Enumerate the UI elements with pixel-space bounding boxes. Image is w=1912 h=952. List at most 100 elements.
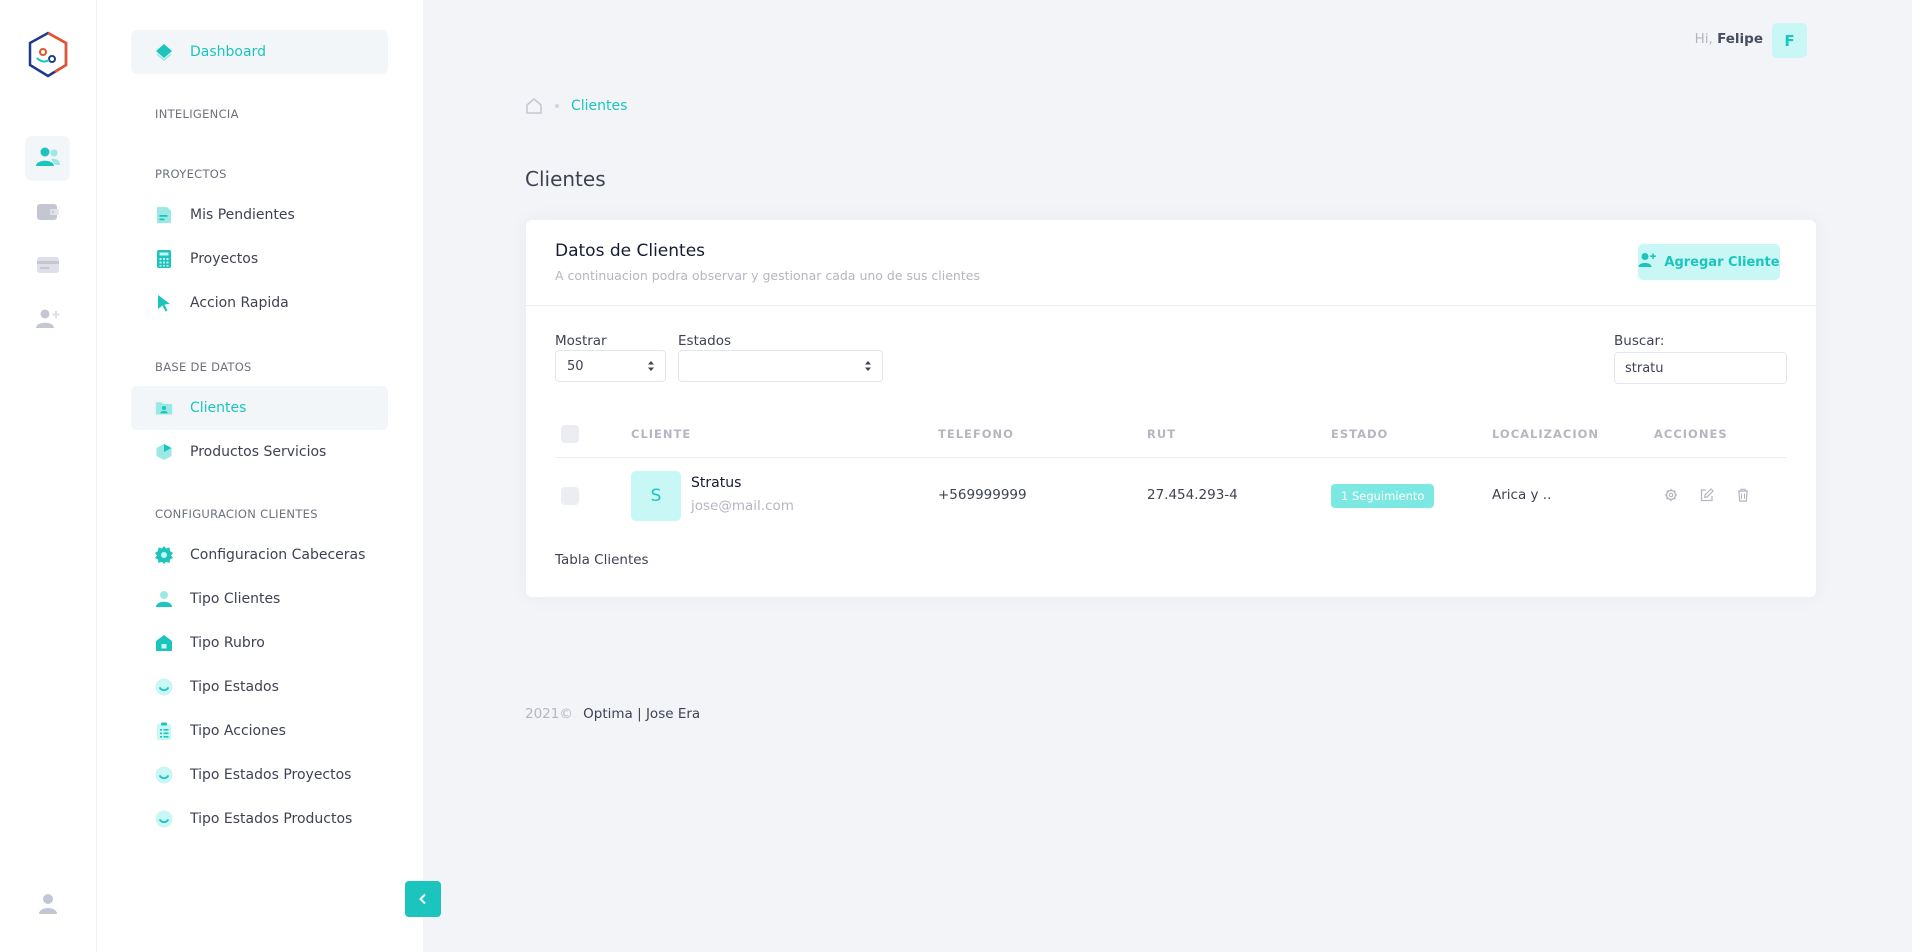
client-rut: 27.454.293-4 [1147, 487, 1238, 503]
menu-item-label: Proyectos [190, 251, 259, 267]
breadcrumb-current[interactable]: Clientes [571, 98, 627, 114]
menu-item-label: Tipo Estados Proyectos [190, 767, 352, 783]
user-avatar[interactable]: F [1772, 23, 1807, 58]
sort-caret-icon [647, 359, 655, 373]
menu-item-label: Accion Rapida [190, 295, 289, 311]
menu-item-label: Dashboard [190, 44, 266, 60]
rail-card-button[interactable] [25, 244, 70, 289]
chevron-left-icon [418, 890, 428, 909]
aside-rail [0, 0, 97, 952]
col-cliente[interactable]: CLIENTE [631, 427, 691, 441]
menu-item-tipo-clientes[interactable]: Tipo Clientes [131, 577, 388, 621]
menu-item-productos-servicios[interactable]: Productos Servicios [131, 430, 388, 474]
footer: 2021© Optima | Jose Era [525, 706, 700, 722]
user-name: Felipe [1717, 31, 1763, 47]
menu-item-tipo-estados-productos[interactable]: Tipo Estados Productos [131, 797, 388, 841]
client-telefono: +569999999 [938, 487, 1027, 503]
smile-icon [155, 678, 173, 696]
brand-logo[interactable] [25, 30, 71, 80]
edit-icon [1700, 487, 1714, 506]
menu-item-proyectos[interactable]: Proyectos [131, 237, 388, 281]
client-avatar: S [631, 471, 681, 521]
estados-select[interactable] [678, 350, 883, 382]
delete-action-button[interactable] [1734, 487, 1752, 505]
calculator-icon [155, 250, 173, 268]
footer-year: 2021© [525, 706, 573, 722]
menu-item-label: Tipo Acciones [190, 723, 286, 739]
card-header: Datos de Clientes A continuacion podra o… [526, 220, 1816, 306]
layers-icon [155, 43, 173, 61]
row-checkbox[interactable] [561, 487, 579, 505]
cursor-icon [155, 294, 173, 312]
breadcrumb: Clientes [525, 97, 627, 115]
menu-item-label: Tipo Clientes [190, 591, 281, 607]
section-base-datos: BASE DE DATOS [155, 360, 252, 374]
page-title: Clientes [525, 167, 606, 191]
card-subtitle: A continuacion podra observar y gestiona… [555, 268, 980, 283]
menu-item-tipo-rubro[interactable]: Tipo Rubro [131, 621, 388, 665]
col-telefono[interactable]: TELEFONO [938, 427, 1014, 441]
mostrar-select[interactable]: 50 [555, 350, 666, 382]
select-all-checkbox[interactable] [561, 425, 579, 443]
trash-icon [1737, 487, 1749, 506]
estados-label: Estados [678, 333, 731, 349]
menu-item-label: Configuracion Cabeceras [190, 547, 366, 563]
menu-item-tipo-acciones[interactable]: Tipo Acciones [131, 709, 388, 753]
menu-item-dashboard[interactable]: Dashboard [131, 30, 388, 74]
secondary-menu: Dashboard INTELIGENCIA PROYECTOS Mis Pen… [97, 0, 423, 952]
client-name[interactable]: Stratus [691, 475, 741, 491]
menu-item-accion-rapida[interactable]: Accion Rapida [131, 281, 388, 325]
menu-item-label: Tipo Rubro [190, 635, 265, 651]
menu-item-tipo-estados[interactable]: Tipo Estados [131, 665, 388, 709]
mostrar-value: 50 [567, 358, 584, 374]
add-client-button[interactable]: Agregar Cliente [1638, 244, 1780, 280]
settings-action-button[interactable] [1662, 487, 1680, 505]
menu-item-clientes[interactable]: Clientes [131, 386, 388, 430]
add-user-icon [35, 308, 61, 334]
breadcrumb-separator [555, 104, 559, 108]
wallet-icon [36, 201, 60, 225]
home-icon[interactable] [525, 97, 543, 115]
sidebar-toggle-button[interactable] [405, 881, 441, 917]
mostrar-label: Mostrar [555, 333, 607, 349]
edit-action-button[interactable] [1698, 487, 1716, 505]
menu-item-label: Clientes [190, 400, 247, 416]
status-badge: 1 Seguimiento [1331, 484, 1435, 508]
gear-icon [1664, 487, 1678, 506]
clientes-card: Datos de Clientes A continuacion podra o… [526, 220, 1816, 597]
client-email: jose@mail.com [691, 498, 794, 514]
add-user-icon [1638, 252, 1657, 272]
col-estado[interactable]: ESTADO [1331, 427, 1388, 441]
gear-icon [155, 546, 173, 564]
menu-item-label: Tipo Estados [190, 679, 279, 695]
greeting-text: Hi, [1694, 31, 1713, 47]
user-greeting[interactable]: Hi, Felipe [1695, 31, 1763, 47]
rail-wallet-button[interactable] [25, 190, 70, 235]
document-icon [155, 206, 173, 224]
menu-item-tipo-estados-proyectos[interactable]: Tipo Estados Proyectos [131, 753, 388, 797]
add-client-label: Agregar Cliente [1664, 254, 1780, 270]
rail-add-user-button[interactable] [25, 298, 70, 343]
credit-card-icon [36, 256, 60, 278]
home-icon [155, 634, 173, 652]
col-localizacion[interactable]: LOCALIZACION [1492, 427, 1599, 441]
rail-clientes-button[interactable] [25, 136, 70, 181]
table-divider [555, 457, 1786, 458]
section-proyectos: PROYECTOS [155, 167, 227, 181]
user-icon [155, 590, 173, 608]
menu-item-config-cabeceras[interactable]: Configuracion Cabeceras [131, 533, 388, 577]
search-input[interactable] [1614, 352, 1787, 384]
menu-item-mis-pendientes[interactable]: Mis Pendientes [131, 193, 388, 237]
clipboard-icon [155, 722, 173, 740]
smile-icon [155, 810, 173, 828]
table-caption: Tabla Clientes [555, 552, 649, 568]
rail-profile-button[interactable] [25, 883, 70, 928]
menu-item-label: Tipo Estados Productos [190, 811, 353, 827]
card-title: Datos de Clientes [555, 241, 706, 261]
folder-user-icon [155, 399, 173, 417]
buscar-label: Buscar: [1614, 333, 1665, 349]
col-rut[interactable]: RUT [1147, 427, 1176, 441]
smile-icon [155, 766, 173, 784]
footer-brand-link[interactable]: Optima | Jose Era [583, 706, 700, 722]
sort-caret-icon [864, 359, 872, 373]
